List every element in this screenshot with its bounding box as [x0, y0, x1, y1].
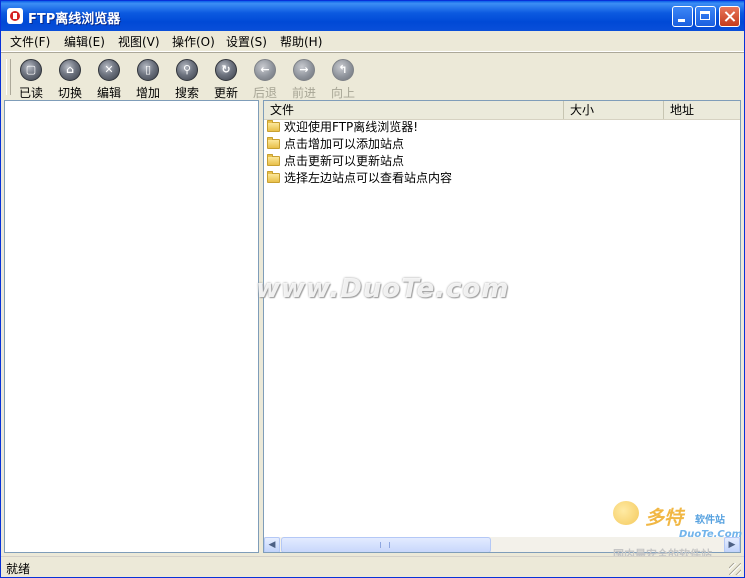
forward-icon: → [293, 59, 315, 81]
menu-bar: 文件(F) 编辑(E) 视图(V) 操作(O) 设置(S) 帮助(H) [1, 31, 744, 52]
edit-icon: ✕ [98, 59, 120, 81]
column-address[interactable]: 地址 [664, 101, 740, 119]
home-icon: ⌂ [59, 59, 81, 81]
update-button[interactable]: ↻ 更新 [207, 57, 245, 100]
maximize-button[interactable] [695, 6, 716, 27]
scroll-thumb[interactable] [281, 537, 491, 552]
site-tree-pane[interactable] [4, 100, 259, 553]
brand-name: 多特 [645, 507, 684, 529]
read-button-label: 已读 [18, 86, 43, 100]
list-item-label: 选择左边站点可以查看站点内容 [284, 171, 453, 185]
app-icon[interactable] [7, 8, 23, 24]
menu-view[interactable]: 视图(V) [118, 33, 160, 50]
app-window: FTP离线浏览器 文件(F) 编辑(E) 视图(V) 操作(O) 设置(S) 帮… [0, 0, 745, 578]
add-button[interactable]: ▯ 增加 [129, 57, 167, 100]
folder-icon [267, 171, 280, 183]
up-icon: ↰ [332, 59, 354, 81]
up-button[interactable]: ↰ 向上 [324, 57, 362, 100]
add-icon: ▯ [137, 59, 159, 81]
menu-help[interactable]: 帮助(H) [280, 33, 322, 50]
minimize-button[interactable] [672, 6, 693, 27]
add-button-label: 增加 [135, 86, 160, 100]
resize-grip[interactable] [729, 563, 741, 575]
up-button-label: 向上 [330, 86, 355, 100]
title-bar[interactable]: FTP离线浏览器 [1, 1, 744, 31]
menu-settings[interactable]: 设置(S) [226, 33, 267, 50]
file-list: 欢迎使用FTP离线浏览器! 点击增加可以添加站点 点击更新可以更新站点 选择左边… [266, 119, 452, 187]
list-item-label: 点击增加可以添加站点 [284, 137, 405, 151]
scroll-left-button[interactable]: ◀ [264, 537, 280, 552]
list-item[interactable]: 点击更新可以更新站点 [266, 153, 452, 170]
folder-icon [267, 120, 280, 132]
edit-button-label: 编辑 [96, 86, 121, 100]
read-button[interactable]: ▢ 已读 [12, 57, 50, 100]
brand-tag: 软件站 [695, 515, 725, 526]
brand-site: DuoTe.Com [679, 529, 743, 540]
search-button-label: 搜索 [174, 86, 199, 100]
forward-button-label: 前进 [291, 86, 316, 100]
switch-button-label: 切换 [57, 86, 82, 100]
toolbar: ▢ 已读 ⌂ 切换 ✕ 编辑 ▯ 增加 ⚲ 搜索 ↻ 更新 ← 后退 → 前进 [1, 52, 744, 100]
toolbar-grip[interactable] [6, 59, 11, 95]
back-icon: ← [254, 59, 276, 81]
brand-mascot-icon [613, 501, 639, 525]
list-item-label: 点击更新可以更新站点 [284, 154, 405, 168]
menu-operation[interactable]: 操作(O) [172, 33, 215, 50]
watermark-text: www.DuoTe.com [256, 274, 510, 304]
menu-file[interactable]: 文件(F) [10, 33, 50, 50]
back-button-label: 后退 [252, 86, 277, 100]
status-text: 就绪 [6, 562, 31, 576]
edit-button[interactable]: ✕ 编辑 [90, 57, 128, 100]
status-bar: 就绪 [1, 556, 744, 577]
column-size[interactable]: 大小 [564, 101, 664, 119]
switch-button[interactable]: ⌂ 切换 [51, 57, 89, 100]
menu-edit[interactable]: 编辑(E) [64, 33, 105, 50]
list-item[interactable]: 选择左边站点可以查看站点内容 [266, 170, 452, 187]
column-file[interactable]: 文件 [264, 101, 564, 119]
file-list-pane[interactable]: 文件 大小 地址 欢迎使用FTP离线浏览器! 点击增加可以添加站点 点击更新可以… [263, 100, 741, 553]
close-button[interactable] [719, 6, 740, 27]
back-button[interactable]: ← 后退 [246, 57, 284, 100]
search-button[interactable]: ⚲ 搜索 [168, 57, 206, 100]
column-header: 文件 大小 地址 [264, 101, 740, 120]
list-item[interactable]: 点击增加可以添加站点 [266, 136, 452, 153]
forward-button[interactable]: → 前进 [285, 57, 323, 100]
folder-icon [267, 154, 280, 166]
folder-icon [267, 137, 280, 149]
read-icon: ▢ [20, 59, 42, 81]
refresh-icon: ↻ [215, 59, 237, 81]
list-item[interactable]: 欢迎使用FTP离线浏览器! [266, 119, 452, 136]
list-item-label: 欢迎使用FTP离线浏览器! [284, 120, 419, 134]
update-button-label: 更新 [213, 86, 238, 100]
search-icon: ⚲ [176, 59, 198, 81]
window-title: FTP离线浏览器 [28, 12, 121, 27]
watermark-logo: 多特 软件站 DuoTe.Com 国内最安全的软件站 [609, 501, 744, 563]
